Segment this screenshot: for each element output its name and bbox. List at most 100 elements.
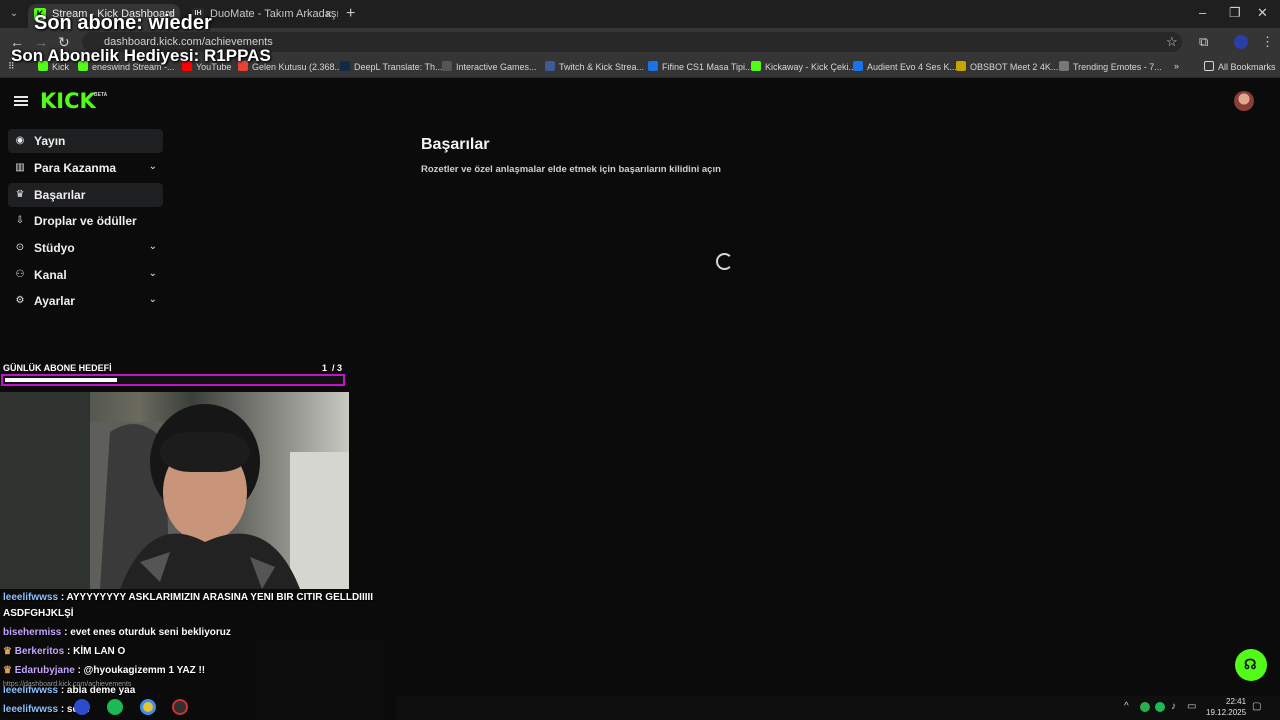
broadcast-icon: ◉: [15, 135, 25, 146]
sidebar-item-label: Ayarlar: [34, 294, 75, 308]
bookmark-label: OBSBOT Meet 2 4K...: [970, 62, 1059, 72]
last-subscriber-overlay: Son abone: wieder: [34, 12, 212, 34]
network-icon[interactable]: ▭: [1187, 701, 1196, 712]
chat-text: : AYYYYYYYY ASKLARIMIZIN ARASINA YENI BI…: [60, 592, 374, 603]
monetization-icon: ▥: [15, 162, 25, 173]
all-bookmarks[interactable]: All Bookmarks: [1204, 61, 1276, 72]
bookmark-label: Audient Evo 4 Ses K...: [867, 62, 958, 72]
tab-search-icon[interactable]: ⌄: [6, 6, 22, 22]
taskbar-app-icon[interactable]: [74, 699, 90, 715]
spotify-icon[interactable]: [107, 699, 123, 715]
folder-icon: [1204, 61, 1214, 71]
sidebar-item-para-kazanma[interactable]: ▥ Para Kazanma ⌄: [8, 156, 163, 180]
bookmark-label: Fifine CS1 Masa Tipi...: [662, 62, 753, 72]
volume-icon[interactable]: ♪: [1171, 701, 1176, 712]
bookmark-label: Interactive Games...: [456, 62, 537, 72]
bookmark-twitch-kick[interactable]: Twitch & Kick Strea...: [545, 61, 644, 72]
hamburger-menu-icon[interactable]: [14, 96, 28, 106]
notifications-icon[interactable]: ▢: [1252, 701, 1261, 712]
bookmark-label: Trending Emotes - 7...: [1073, 62, 1162, 72]
chat-overlay: leeelifwwss : AYYYYYYYY ASKLARIMIZIN ARA…: [0, 589, 396, 720]
status-url: https://dashboard.kick.com/achievements: [3, 681, 132, 688]
tray-spotify-icon[interactable]: [1155, 702, 1165, 712]
headset-icon: ☊: [1244, 656, 1257, 672]
bookmark-obsbot[interactable]: OBSBOT Meet 2 4K...: [956, 61, 1058, 72]
chat-message: ♛ Berkeritos : KİM LAN O: [3, 646, 125, 657]
tray-status-icon[interactable]: [1140, 702, 1150, 712]
page-title: Başarılar: [421, 136, 490, 153]
chat-username: Berkeritos: [14, 646, 65, 657]
badge-icon: ♛: [3, 665, 12, 676]
chevron-down-icon: ⌄: [148, 268, 157, 279]
goal-total: / 3: [332, 363, 343, 373]
trophy-icon: ♛: [15, 189, 25, 200]
chat-message: leeelifwwss : AYYYYYYYY ASKLARIMIZIN ARA…: [3, 592, 373, 603]
studio-icon: ⊙: [15, 242, 25, 253]
beta-badge: BETA: [94, 92, 108, 98]
avatar[interactable]: [1234, 91, 1254, 111]
goal-progress-fill: [5, 378, 117, 382]
bookmark-deepl[interactable]: DeepL Translate: Th...: [340, 61, 443, 72]
bookmarks-overflow-icon[interactable]: »: [1174, 61, 1179, 71]
support-chat-button[interactable]: ☊: [1235, 649, 1267, 681]
clock-date: 19.12.2025: [1206, 708, 1247, 717]
bookmark-fifine[interactable]: Fifine CS1 Masa Tipi...: [648, 61, 753, 72]
bookmark-kickaway[interactable]: Kickaway - Kick Çeki...: [751, 61, 856, 72]
goal-progress-bar: [1, 374, 345, 386]
window-close-icon[interactable]: ✕: [1257, 5, 1268, 21]
games-icon: [442, 61, 452, 71]
chat-message: bisehermiss : evet enes oturduk seni bek…: [3, 627, 231, 638]
last-gift-overlay: Son Abonelik Hediyesi: R1PPAS: [11, 46, 271, 65]
verified-icon: [648, 61, 658, 71]
close-tab-icon[interactable]: ×: [325, 4, 332, 24]
profile-icon[interactable]: [1234, 35, 1248, 49]
taskbar-clock[interactable]: 22:41 19.12.2025: [1206, 696, 1246, 718]
bookmark-interactive-games[interactable]: Interactive Games...: [442, 61, 537, 72]
minimize-icon[interactable]: –: [1199, 5, 1206, 20]
badge-icon: ♛: [3, 646, 12, 657]
sidebar-item-label: Droplar ve ödüller: [34, 214, 137, 228]
bookmark-label: DeepL Translate: Th...: [354, 62, 443, 72]
sidebar-item-basarilar[interactable]: ♛ Başarılar: [8, 183, 163, 207]
tray-expand-icon[interactable]: ^: [1124, 701, 1129, 712]
kick-logo[interactable]: KICK: [40, 89, 96, 113]
bookmark-label: Kickaway - Kick Çeki...: [765, 62, 857, 72]
bookmark-star-icon[interactable]: ☆: [1166, 34, 1178, 50]
chat-text: : @hyoukagizemm 1 YAZ !!: [77, 665, 206, 676]
goal-current: 1: [322, 363, 328, 373]
sidebar-item-kanal[interactable]: ⚇ Kanal ⌄: [8, 263, 163, 287]
drops-icon: ⇩: [15, 215, 25, 226]
tab-title: DuoMate - Takım Arkadaşı Bul: [210, 8, 338, 20]
chevron-down-icon: ⌄: [148, 294, 157, 305]
sidebar-item-label: Para Kazanma: [34, 161, 117, 175]
gear-icon: ⚙: [15, 295, 25, 306]
bookmark-label: Twitch & Kick Strea...: [559, 62, 645, 72]
chat-username: bisehermiss: [3, 627, 62, 638]
chat-username: Edarubyjane: [14, 665, 75, 676]
chat-message: ♛ Edarubyjane : @hyoukagizemm 1 YAZ !!: [3, 665, 205, 676]
clock-time: 22:41: [1226, 697, 1247, 706]
sidebar-item-studyo[interactable]: ⊙ Stüdyo ⌄: [8, 236, 163, 260]
chat-text: ASDFGHJKLŞİ: [3, 608, 74, 619]
chat-username: leeelifwwss: [3, 704, 59, 715]
sidebar-item-yayin[interactable]: ◉ Yayın: [8, 129, 163, 153]
chrome-icon[interactable]: [140, 699, 156, 715]
chat-text: : KİM LAN O: [67, 646, 126, 657]
restore-icon[interactable]: ❐: [1229, 5, 1241, 21]
extensions-icon[interactable]: ⧉: [1199, 34, 1208, 50]
sidebar-item-droplar[interactable]: ⇩ Droplar ve ödüller: [8, 209, 163, 233]
obsbot-icon: [956, 61, 966, 71]
new-tab-icon[interactable]: +: [346, 5, 355, 23]
kick-icon: [751, 61, 761, 71]
cp-icon: [545, 61, 555, 71]
obs-icon[interactable]: [172, 699, 188, 715]
menu-kebab-icon[interactable]: ⋮: [1261, 34, 1274, 50]
bookmark-trending-emotes[interactable]: Trending Emotes - 7...: [1059, 61, 1162, 72]
goal-label: GÜNLÜK ABONE HEDEFİ: [3, 363, 112, 373]
chevron-down-icon: ⌄: [148, 241, 157, 252]
bookmark-audient[interactable]: Audient Evo 4 Ses K...: [853, 61, 957, 72]
webcam-scene: [0, 392, 349, 589]
seventv-icon: [1059, 61, 1069, 71]
goal-count: 1 / 3: [322, 363, 342, 373]
sidebar-item-ayarlar[interactable]: ⚙ Ayarlar ⌄: [8, 289, 163, 313]
